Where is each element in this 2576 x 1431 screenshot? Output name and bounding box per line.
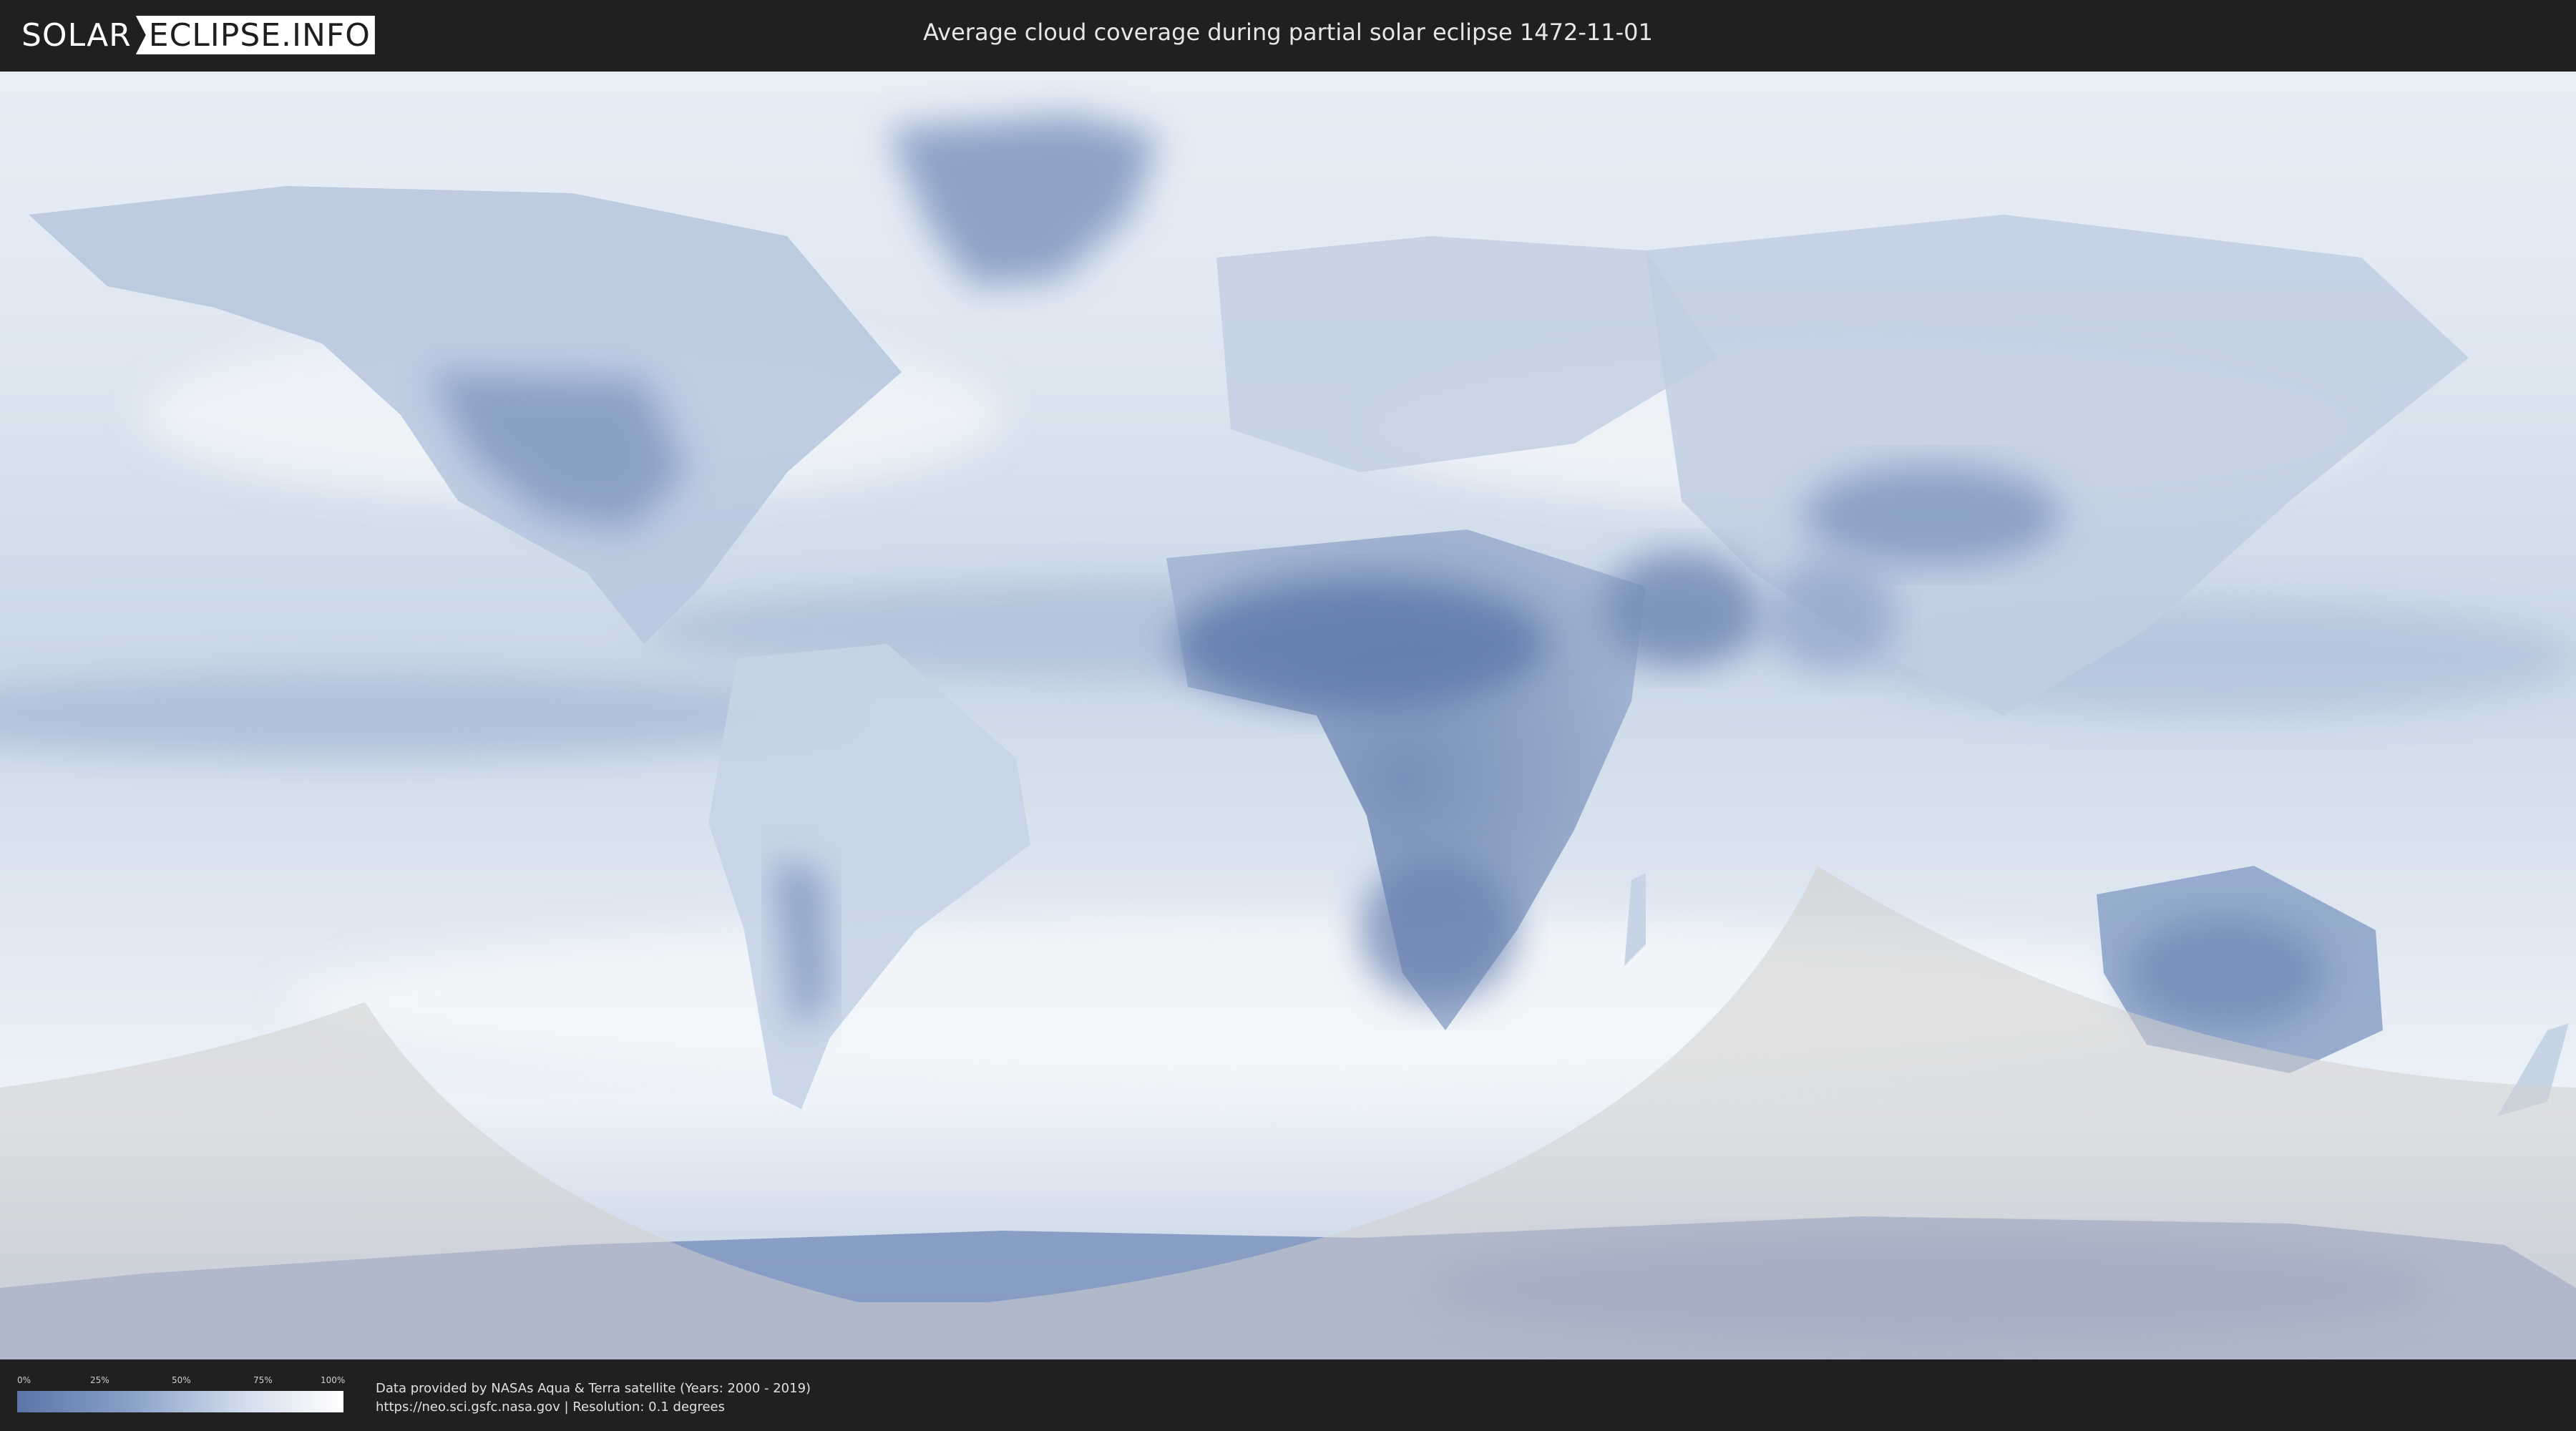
credits-line-url: https://neo.sci.gsfc.nasa.gov | Resoluti…	[376, 1400, 725, 1415]
data-credits: Data provided by NASAs Aqua & Terra sate…	[376, 1379, 811, 1417]
legend-tick: 75%	[253, 1375, 273, 1385]
india	[1767, 558, 1896, 673]
sahara	[1174, 580, 1546, 708]
tibet	[1803, 465, 2061, 565]
page-title: Average cloud coverage during partial so…	[923, 19, 1653, 46]
legend-gradient-bar	[17, 1391, 343, 1412]
cloud-coverage-map[interactable]	[0, 72, 2576, 1359]
southern-africa	[1360, 859, 1517, 1002]
world-map-svg	[0, 72, 2576, 1359]
logo-text-solar: SOLAR	[21, 16, 132, 54]
footer-bar: 0% 25% 50% 75% 100% Data provided by NAS…	[0, 1359, 2576, 1431]
legend-ticks: 0% 25% 50% 75% 100%	[17, 1375, 346, 1387]
credits-line-source: Data provided by NASAs Aqua & Terra sate…	[376, 1381, 811, 1396]
logo-text-eclipse-info: ECLIPSE.INFO	[135, 16, 375, 54]
legend-tick: 25%	[90, 1375, 109, 1385]
site-logo[interactable]: SOLAR ECLIPSE.INFO	[21, 14, 375, 56]
legend-tick: 0%	[17, 1375, 31, 1385]
legend-tick: 50%	[172, 1375, 191, 1385]
arabia	[1603, 551, 1760, 665]
legend-tick: 100%	[321, 1375, 346, 1385]
cloud-coverage-legend: 0% 25% 50% 75% 100%	[17, 1375, 346, 1412]
header-bar: SOLAR ECLIPSE.INFO Average cloud coverag…	[0, 0, 2576, 72]
